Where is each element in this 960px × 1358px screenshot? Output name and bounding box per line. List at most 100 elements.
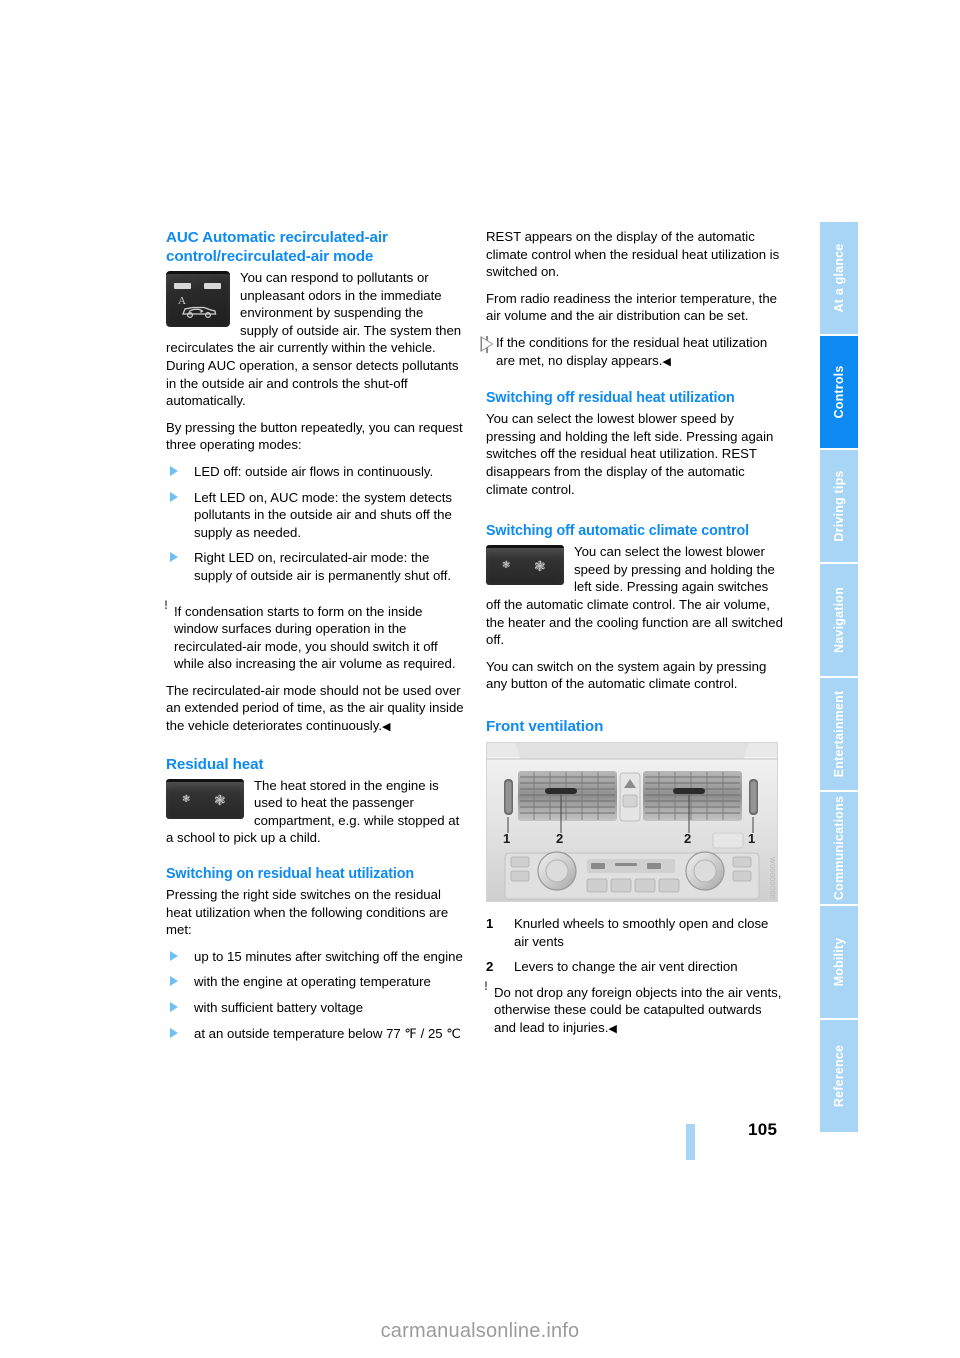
page-number: 105 [748, 1120, 778, 1139]
tab-navigation[interactable]: Navigation [820, 564, 858, 676]
list-item: with sufficient battery voltage [166, 999, 464, 1017]
tab-controls[interactable]: Controls [820, 336, 858, 448]
tab-at-a-glance-label: At a glance [832, 243, 846, 313]
note-triangle-icon [480, 335, 494, 354]
bullet-arrow-icon [170, 491, 178, 502]
auc-modes-intro: By pressing the button repeatedly, you c… [166, 419, 463, 453]
tab-communications[interactable]: Communications [820, 792, 858, 904]
tab-communications-label: Communications [832, 795, 846, 901]
manual-page: At a glance Controls Driving tips Naviga… [0, 0, 960, 1358]
switch-on-again-paragraph: You can switch on the system again by pr… [486, 658, 767, 692]
section-heading-auc: AUC Automatic recirculated-air control/r… [166, 229, 388, 265]
vent-callout-2-left: 2 [556, 831, 564, 846]
list-item: Right LED on, recirculated-air mode: the… [166, 549, 464, 584]
tab-at-a-glance[interactable]: At a glance [820, 222, 858, 334]
auc-led-left-icon [174, 283, 191, 289]
figure-id-watermark: W00000000 [768, 856, 775, 899]
auc-button-photo: A [166, 271, 230, 327]
warning-text: Do not drop any foreign objects into the… [494, 984, 782, 1035]
tab-reference-label: Reference [832, 1044, 846, 1108]
section-heading-residual-heat: Residual heat [166, 755, 264, 773]
dashboard-vents-illustration [487, 743, 777, 901]
switch-off-rest-paragraph: You can select the lowest blower speed b… [486, 411, 774, 497]
tab-entertainment[interactable]: Entertainment [820, 678, 858, 790]
fan-low-icon: ❃ [182, 793, 191, 805]
switch-on-rest-paragraph: Pressing the right side switches on the … [166, 887, 449, 938]
vent-legend-column: 1 Knurled wheels to smoothly open and cl… [476, 915, 784, 1048]
vent-callout-2-right: 2 [684, 831, 692, 846]
section-heading-front-ventilation: Front ventilation [486, 717, 604, 735]
front-ventilation-figure: 1 2 2 1 W00000000 [486, 742, 778, 902]
list-item: up to 15 minutes after switching off the… [166, 948, 464, 966]
chapter-tab-rail: At a glance Controls Driving tips Naviga… [820, 222, 858, 1142]
residual-heat-rocker-button-icon: ❃ ❃ [166, 778, 244, 819]
fan-high-icon: ❃ [214, 791, 226, 808]
legend-text: Levers to change the air vent direction [514, 959, 738, 975]
tab-navigation-label: Navigation [832, 587, 846, 653]
subsection-heading-switch-on-rest: Switching on residual heat utilization [166, 866, 415, 883]
end-of-note-marker: ◀ [382, 721, 391, 734]
radio-readiness-paragraph: From radio readiness the interior temper… [486, 290, 777, 324]
auc-led-right-icon [204, 283, 221, 289]
vent-legend-list: 1 Knurled wheels to smoothly open and cl… [486, 915, 784, 976]
site-watermark: carmanualsonline.info [380, 1320, 580, 1342]
note-callout-no-display: If the conditions for the residual heat … [480, 334, 784, 371]
list-item-text: Right LED on, recirculated-air mode: the… [194, 550, 452, 583]
auc-recirculation-button-icon: A [166, 271, 230, 327]
legend-number: 1 [486, 916, 494, 931]
fan-high-icon: ❃ [534, 558, 546, 575]
list-item-text: LED off: outside air flows in continuous… [194, 463, 434, 479]
climate-control-button-photo: ❃ ❃ [486, 545, 564, 586]
list-item-text: at an outside temperature below 77 ℉ / 2… [194, 1025, 462, 1041]
bullet-arrow-icon [170, 976, 178, 987]
fan-low-icon: ❃ [502, 560, 511, 572]
tab-entertainment-label: Entertainment [832, 690, 846, 778]
list-item: 1 Knurled wheels to smoothly open and cl… [486, 915, 784, 950]
bullet-arrow-icon [170, 465, 178, 476]
warning-continuation-paragraph: The recirculated-air mode should not be … [166, 682, 464, 737]
legend-number: 2 [486, 959, 494, 975]
vent-callout-1-right: 1 [748, 831, 756, 846]
rest-display-paragraph: REST appears on the display of the autom… [486, 229, 780, 280]
bullet-arrow-icon [170, 950, 178, 961]
subsection-heading-switch-off-rest: Switching off residual heat utilization [486, 390, 735, 407]
list-item-text: with sufficient battery voltage [194, 1000, 364, 1015]
auc-modes-list: LED off: outside air flows in continuous… [166, 463, 464, 585]
list-item-text: Left LED on, AUC mode: the system detect… [194, 489, 453, 540]
climate-blower-rocker-button-icon: ❃ ❃ [486, 545, 564, 586]
tab-mobility[interactable]: Mobility [820, 906, 858, 1018]
list-item: LED off: outside air flows in continuous… [166, 463, 464, 481]
legend-text: Knurled wheels to smoothly open and clos… [514, 916, 769, 949]
auc-intro-block: A You can respond to pollutants or unple… [166, 269, 464, 419]
bullet-arrow-icon [170, 1027, 178, 1038]
residual-heat-conditions-list: up to 15 minutes after switching off the… [166, 948, 464, 1042]
subsection-heading-switch-off-acc: Switching off automatic climate control [486, 523, 750, 540]
bullet-arrow-icon [170, 1002, 178, 1012]
right-text-column: REST appears on the display of the autom… [480, 228, 784, 739]
car-recirculation-icon [182, 306, 217, 319]
residual-heat-intro-block: ❃ ❃ The heat stored in the engine is use… [166, 777, 464, 856]
warning-continuation-text: The recirculated-air mode should not be … [166, 682, 464, 734]
list-item: with the engine at operating temperature [166, 973, 464, 991]
vent-callout-1-left: 1 [503, 831, 511, 846]
end-of-note-marker: ◀ [608, 1022, 617, 1035]
warning-callout-condensation: ! If condensation starts to form on the … [156, 596, 464, 673]
list-item: 2 Levers to change the air vent directio… [486, 958, 784, 976]
list-item-text: up to 15 minutes after switching off the… [194, 948, 463, 964]
tab-controls-label: Controls [832, 365, 846, 419]
tab-driving-tips-label: Driving tips [832, 470, 846, 542]
tab-reference[interactable]: Reference [820, 1020, 858, 1132]
tab-mobility-label: Mobility [832, 937, 846, 987]
warning-text: If condensation starts to form on the in… [174, 603, 456, 672]
bullet-arrow-icon [170, 552, 178, 563]
warning-callout-foreign-objects: ! Do not drop any foreign objects into t… [476, 977, 784, 1039]
list-item-text: with the engine at operating temperature [194, 974, 431, 990]
end-of-note-marker: ◀ [662, 355, 671, 368]
list-item: Left LED on, AUC mode: the system detect… [166, 489, 464, 542]
list-item: at an outside temperature below 77 ℉ / 2… [166, 1025, 464, 1043]
switch-off-acc-block: ❃ ❃ You can select the lowest blower spe… [486, 543, 784, 658]
left-text-column: AUC Automatic recirculated-air control/r… [156, 228, 464, 1051]
page-number-rule [686, 1124, 695, 1160]
note-text: If the conditions for the residual heat … [496, 334, 768, 368]
tab-driving-tips[interactable]: Driving tips [820, 450, 858, 562]
